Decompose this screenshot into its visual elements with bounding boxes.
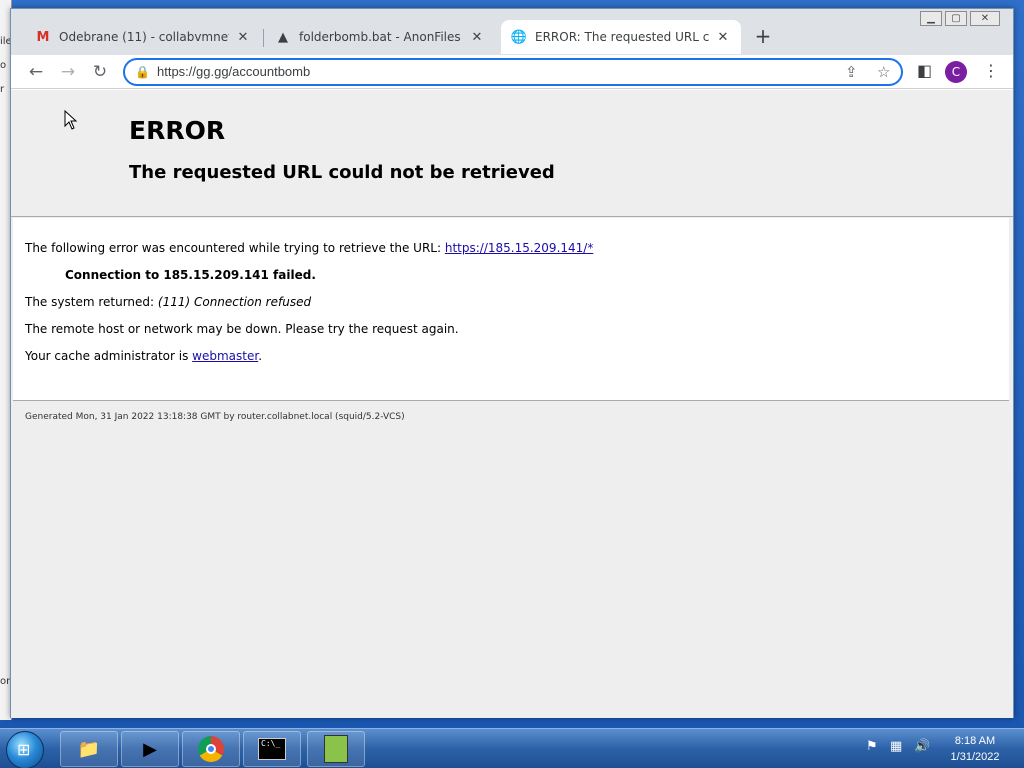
tab-gmail[interactable]: M Odebrane (11) - collabvmnetwor ✕ [25,20,261,54]
minimize-button[interactable]: ▁ [920,11,942,26]
tab-label: folderbomb.bat - AnonFiles [299,30,461,44]
system-returned-value: (111) Connection refused [157,295,312,309]
lock-icon[interactable]: 🔒 [135,65,150,79]
error-header: ERROR The requested URL could not be ret… [11,90,1013,217]
chrome-icon [198,736,224,762]
address-bar[interactable]: 🔒 ⇪ ☆ [123,58,903,86]
webmaster-link[interactable]: webmaster [192,349,258,363]
error-body: The following error was encountered whil… [13,218,1009,401]
taskbar-explorer[interactable]: 📁 [60,731,118,767]
gmail-icon: M [36,29,50,45]
profile-avatar[interactable]: C [945,61,967,83]
notepad-plus-icon [324,735,348,763]
anonfiles-icon: ▲ [278,29,288,45]
peek-text: or [0,676,11,687]
close-icon[interactable]: ✕ [469,30,485,45]
share-icon[interactable]: ⇪ [845,63,858,81]
forward-button[interactable]: → [55,59,81,85]
close-window-button[interactable]: ✕ [970,11,1000,26]
new-tab-button[interactable]: + [751,25,775,49]
remote-down-text: The remote host or network may be down. … [25,322,459,336]
url-input[interactable] [157,64,757,79]
network-error-icon[interactable]: ⚑ [866,739,878,754]
windows-logo-icon: ⊞ [17,740,31,759]
cache-admin-line: Your cache administrator is webmaster. [25,349,262,363]
tab-separator [263,29,264,47]
browser-window: ▁ ▢ ✕ M Odebrane (11) - collabvmnetwor ✕… [10,8,1014,718]
tab-label: ERROR: The requested URL could [535,30,709,44]
clock-time: 8:18 AM [954,735,996,747]
error-intro-text: The following error was encountered whil… [25,241,445,255]
taskbar-notepad[interactable] [307,731,365,767]
close-icon[interactable]: ✕ [715,30,731,45]
system-returned-label: The system returned: [25,295,158,309]
network-icon[interactable]: ▦ [890,739,902,754]
browser-toolbar: ← → ↻ 🔒 ⇪ ☆ ◧ C ⋮ [11,55,1013,89]
page-subtitle: The requested URL could not be retrieved [129,162,555,183]
taskbar-cmd[interactable]: C:\_ [243,731,301,767]
system-returned-line: The system returned: (111) Connection re… [25,295,311,309]
taskbar-media-player[interactable]: ▶ [121,731,179,767]
page-content: ERROR The requested URL could not be ret… [11,90,1013,718]
clock-date: 1/31/2022 [950,751,1000,763]
globe-icon: 🌐 [510,29,528,45]
cache-admin-end: . [258,349,263,363]
volume-icon[interactable]: 🔊 [914,739,930,754]
generated-footer: Generated Mon, 31 Jan 2022 13:18:38 GMT … [25,412,405,422]
maximize-button[interactable]: ▢ [945,11,967,26]
tab-error[interactable]: 🌐 ERROR: The requested URL could ✕ [501,20,741,54]
side-panel-icon[interactable]: ◧ [917,61,932,80]
folder-icon: 📁 [77,738,101,760]
peek-text: o [0,60,7,71]
menu-dots-icon[interactable]: ⋮ [983,61,999,80]
tab-strip: ▁ ▢ ✕ M Odebrane (11) - collabvmnetwor ✕… [11,9,1013,55]
taskbar-clock[interactable]: 8:18 AM 1/31/2022 [940,733,1010,765]
error-intro-line: The following error was encountered whil… [25,241,593,255]
media-player-icon: ▶ [143,738,157,760]
peek-text: r [0,84,5,95]
window-controls: ▁ ▢ ✕ [917,11,1000,26]
command-prompt-icon: C:\_ [258,738,286,760]
start-button[interactable]: ⊞ [6,731,44,768]
page-title: ERROR [129,116,226,145]
taskbar-chrome[interactable] [182,731,240,767]
tab-anonfiles[interactable]: ▲ folderbomb.bat - AnonFiles ✕ [265,20,495,54]
back-button[interactable]: ← [23,59,49,85]
cache-admin-label: Your cache administrator is [25,349,193,363]
bookmark-star-icon[interactable]: ☆ [877,63,890,81]
close-icon[interactable]: ✕ [235,30,251,45]
mouse-cursor-icon [64,110,78,130]
connection-failed-text: Connection to 185.15.209.141 failed. [65,268,316,282]
tab-label: Odebrane (11) - collabvmnetwor [59,30,229,44]
reload-button[interactable]: ↻ [87,59,113,85]
taskbar: ⊞ 📁 ▶ C:\_ ⚑ ▦ 🔊 8:18 AM 1/31/2022 [0,728,1024,768]
error-url-link[interactable]: https://185.15.209.141/* [445,241,593,255]
